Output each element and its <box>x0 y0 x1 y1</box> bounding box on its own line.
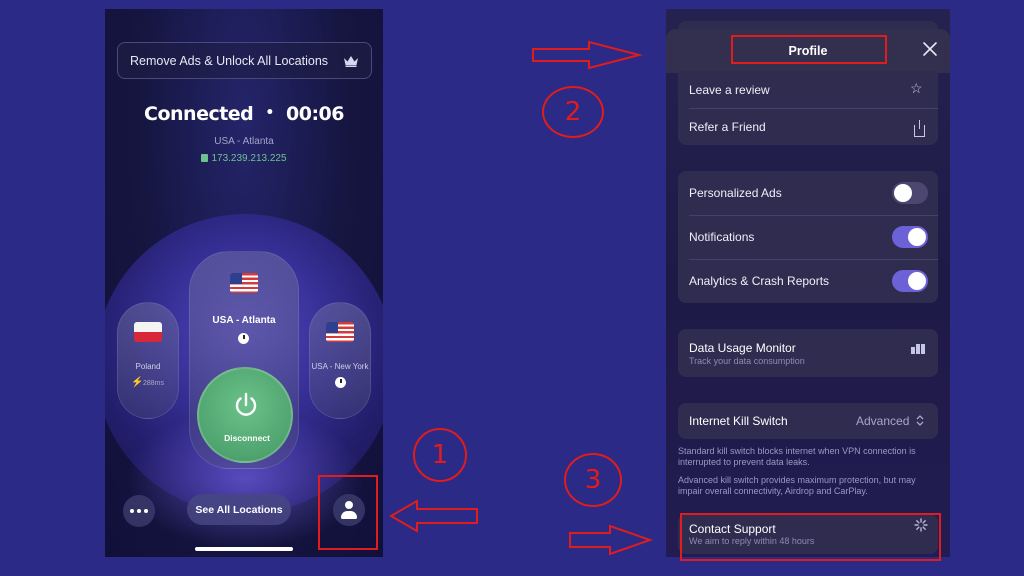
profile-screen: Profile Leave a review ☆ Refer a Friend … <box>666 9 950 557</box>
more-icon-dot <box>137 509 141 513</box>
star-icon: ☆ <box>910 80 923 96</box>
bar-chart-icon <box>911 344 925 354</box>
actions-card: Leave a review ☆ Refer a Friend <box>678 71 938 145</box>
arrow-right-icon <box>569 524 654 556</box>
kill-switch-value: Advanced <box>856 414 910 428</box>
disconnect-button[interactable]: Disconnect <box>197 367 293 463</box>
server-poland-label: Poland <box>135 362 161 371</box>
toggle-label: Personalized Ads <box>689 186 782 200</box>
more-button[interactable] <box>123 495 155 527</box>
arrow-left-icon <box>388 499 478 533</box>
data-usage-monitor-row[interactable]: Data Usage Monitor Track your data consu… <box>678 329 938 377</box>
poland-flag-icon <box>134 322 162 342</box>
server-pill-poland[interactable] <box>117 302 179 419</box>
kill-switch-row[interactable]: Internet Kill Switch Advanced <box>678 403 938 439</box>
disconnect-label: Disconnect <box>224 433 270 443</box>
leave-review-row[interactable]: Leave a review ☆ <box>678 71 938 108</box>
promo-banner-label: Remove Ads & Unlock All Locations <box>130 53 329 68</box>
kill-switch-note-standard: Standard kill switch blocks internet whe… <box>678 446 916 467</box>
toggle-label: Notifications <box>689 230 755 244</box>
highlight-profile-button <box>318 475 378 550</box>
usa-flag-icon <box>326 322 354 342</box>
promo-banner[interactable]: Remove Ads & Unlock All Locations <box>117 42 372 79</box>
connected-location: USA - Atlanta <box>214 136 274 147</box>
share-icon <box>914 120 925 137</box>
close-icon[interactable] <box>922 41 938 57</box>
clock-icon <box>238 333 249 344</box>
highlight-contact-support <box>680 513 941 561</box>
kill-switch-note-advanced: Advanced kill switch provides maximum pr… <box>678 475 916 496</box>
current-server-label: USA - Atlanta <box>212 315 276 326</box>
refer-friend-label: Refer a Friend <box>689 120 766 134</box>
toggle-row-personalized-ads: Personalized Ads <box>678 171 938 215</box>
data-usage-subtitle: Track your data consumption <box>689 356 805 366</box>
personalized-ads-toggle[interactable] <box>892 182 928 204</box>
step-1-marker: 1 <box>413 428 467 482</box>
clock-icon <box>335 377 346 388</box>
highlight-profile-title <box>731 35 887 64</box>
connection-status: Connected • 00:06 <box>105 103 383 125</box>
toggle-label: Analytics & Crash Reports <box>689 274 830 288</box>
toggle-row-notifications: Notifications <box>678 215 938 259</box>
status-label: Connected <box>144 103 254 125</box>
analytics-toggle[interactable] <box>892 270 928 292</box>
step-2-marker: 2 <box>542 86 604 138</box>
crown-icon <box>344 55 358 67</box>
power-icon <box>235 392 257 416</box>
connection-timer: 00:06 <box>286 103 344 125</box>
ip-address: 173.239.213.225 <box>211 153 287 164</box>
server-poland-latency: 288ms <box>143 380 165 387</box>
kill-switch-label: Internet Kill Switch <box>689 414 788 428</box>
more-icon <box>130 509 134 513</box>
ip-address-row: 173.239.213.225 <box>105 153 383 164</box>
notifications-toggle[interactable] <box>892 226 928 248</box>
leave-review-label: Leave a review <box>689 83 770 97</box>
server-pill-new-york[interactable] <box>309 302 371 419</box>
lightning-icon: ⚡ <box>131 377 144 388</box>
see-all-locations-button[interactable]: See All Locations <box>187 494 291 525</box>
status-separator: • <box>265 105 274 121</box>
data-usage-title: Data Usage Monitor <box>689 341 796 355</box>
server-new-york-label: USA - New York <box>311 362 369 371</box>
privacy-toggles-card: Personalized Ads Notifications Analytics… <box>678 171 938 303</box>
refer-friend-row[interactable]: Refer a Friend <box>678 108 938 145</box>
home-indicator <box>195 547 293 551</box>
chevron-up-down-icon <box>916 415 924 426</box>
toggle-row-analytics: Analytics & Crash Reports <box>678 259 938 303</box>
step-3-marker: 3 <box>564 453 622 507</box>
arrow-right-icon <box>532 40 643 70</box>
lock-icon <box>201 154 209 162</box>
usa-flag-icon <box>230 273 258 293</box>
more-icon-dot <box>144 509 148 513</box>
